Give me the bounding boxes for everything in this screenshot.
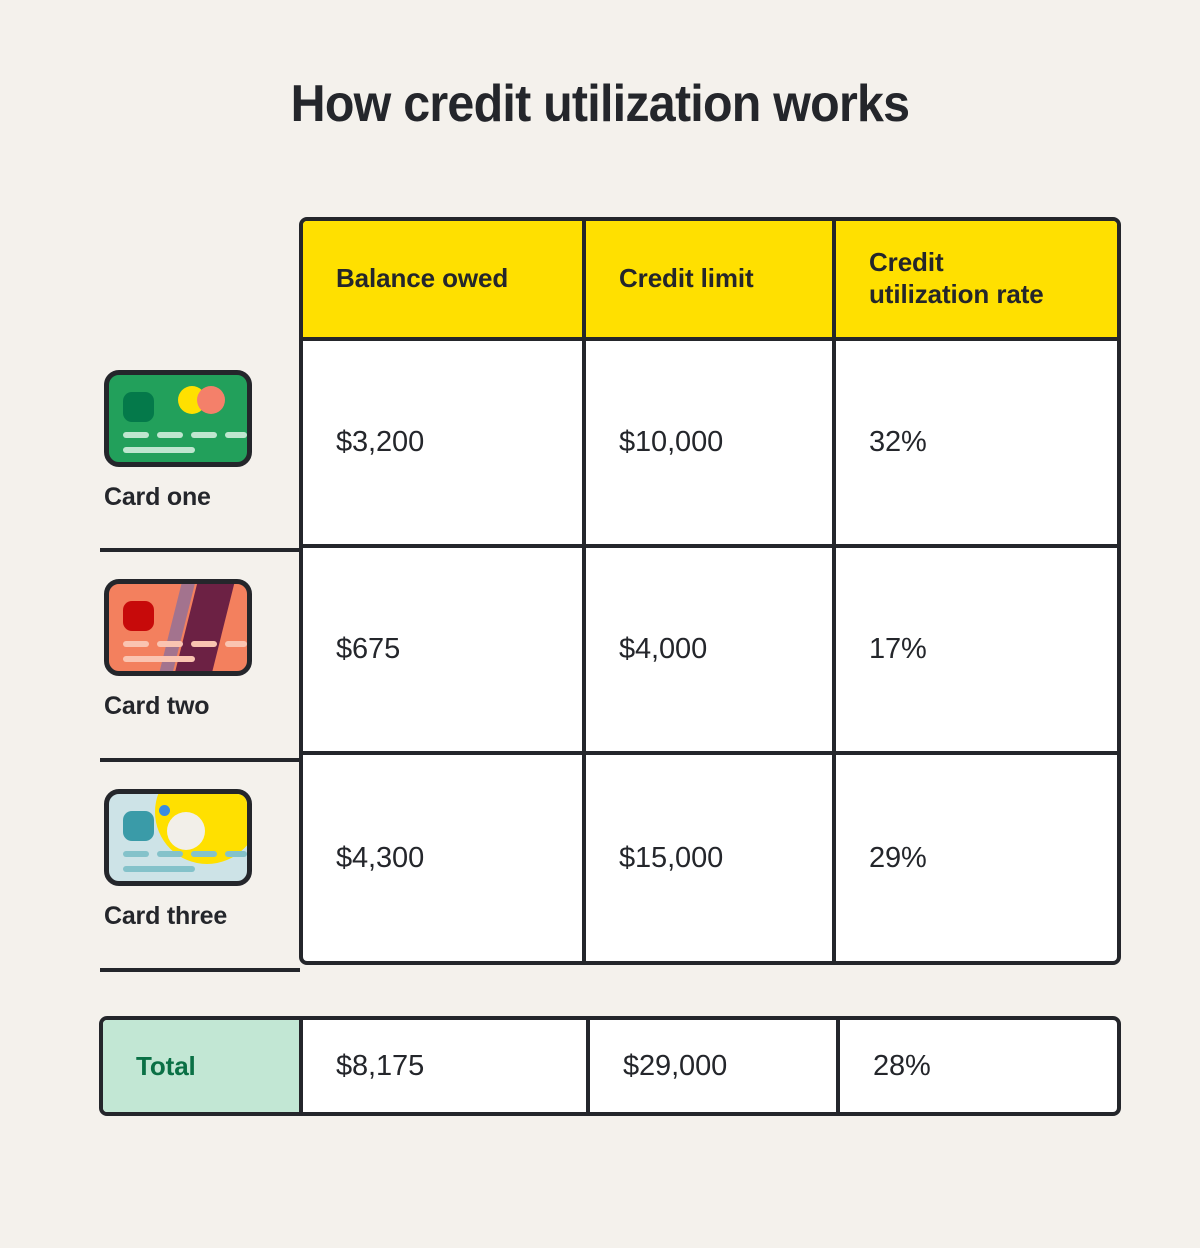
card-dash	[191, 641, 217, 647]
card-label-column: Card one Card two Card three	[100, 341, 300, 972]
card-circle-cream-icon	[167, 812, 205, 850]
chip-icon	[123, 601, 154, 631]
card-dash	[123, 432, 149, 438]
card-dash	[225, 641, 247, 647]
card-circle-orange-icon	[197, 386, 225, 414]
table-row: $4,300 $15,000 29%	[303, 755, 1117, 961]
cell-total-rate: 28%	[873, 1049, 931, 1082]
cell-rate-card-three: 29%	[869, 842, 927, 874]
card-signature-line	[123, 447, 195, 453]
chip-icon	[123, 392, 154, 422]
card-dash	[157, 432, 183, 438]
infographic-sheet: How credit utilization works Card one Ca…	[0, 0, 1200, 1248]
card-label-cell-one: Card one	[100, 341, 300, 552]
card-dot-blue-icon	[159, 805, 170, 816]
card-dash	[123, 851, 149, 857]
cell-rate-card-two: 17%	[869, 633, 927, 665]
card-dash	[191, 432, 217, 438]
column-header-utilization-rate: Credit utilization rate	[836, 221, 1117, 337]
credit-utilization-table: Balance owed Credit limit Credit utiliza…	[299, 217, 1121, 965]
page-title: How credit utilization works	[290, 75, 910, 133]
card-dash	[123, 641, 149, 647]
column-header-balance-owed: Balance owed	[303, 221, 586, 337]
card-dash	[225, 851, 247, 857]
card-signature-line	[123, 656, 195, 662]
credit-card-blue-icon	[104, 789, 252, 886]
card-label-one: Card one	[104, 483, 211, 511]
card-label-cell-two: Card two	[100, 552, 300, 762]
card-dash	[225, 432, 247, 438]
card-label-two: Card two	[104, 692, 210, 720]
cell-limit-card-two: $4,000	[586, 548, 836, 751]
credit-card-green-icon	[104, 370, 252, 467]
cell-limit-card-three: $15,000	[586, 755, 836, 961]
chip-icon	[123, 811, 154, 841]
total-row: Total $8,175 $29,000 28%	[99, 1016, 1121, 1116]
total-label: Total	[103, 1020, 303, 1112]
cell-balance-card-three: $4,300	[303, 755, 586, 961]
cell-total-balance: $8,175	[303, 1020, 590, 1112]
cell-balance-card-two: $675	[303, 548, 586, 751]
credit-card-salmon-icon	[104, 579, 252, 676]
column-header-utilization-rate-line2: utilization rate	[869, 279, 1044, 309]
card-dash	[191, 851, 217, 857]
column-header-utilization-rate-line1: Credit	[869, 247, 944, 278]
cell-total-limit: $29,000	[590, 1020, 840, 1112]
column-header-credit-limit: Credit limit	[586, 221, 836, 337]
cell-balance-card-one: $3,200	[303, 341, 586, 544]
table-row: $675 $4,000 17%	[303, 548, 1117, 755]
table-row: $3,200 $10,000 32%	[303, 341, 1117, 548]
card-dash	[157, 641, 183, 647]
cell-rate-card-one: 32%	[869, 426, 927, 458]
card-label-three: Card three	[104, 902, 228, 930]
card-signature-line	[123, 866, 195, 872]
table-header-row: Balance owed Credit limit Credit utiliza…	[303, 221, 1117, 341]
card-dash	[157, 851, 183, 857]
card-label-cell-three: Card three	[100, 762, 300, 972]
cell-limit-card-one: $10,000	[586, 341, 836, 544]
